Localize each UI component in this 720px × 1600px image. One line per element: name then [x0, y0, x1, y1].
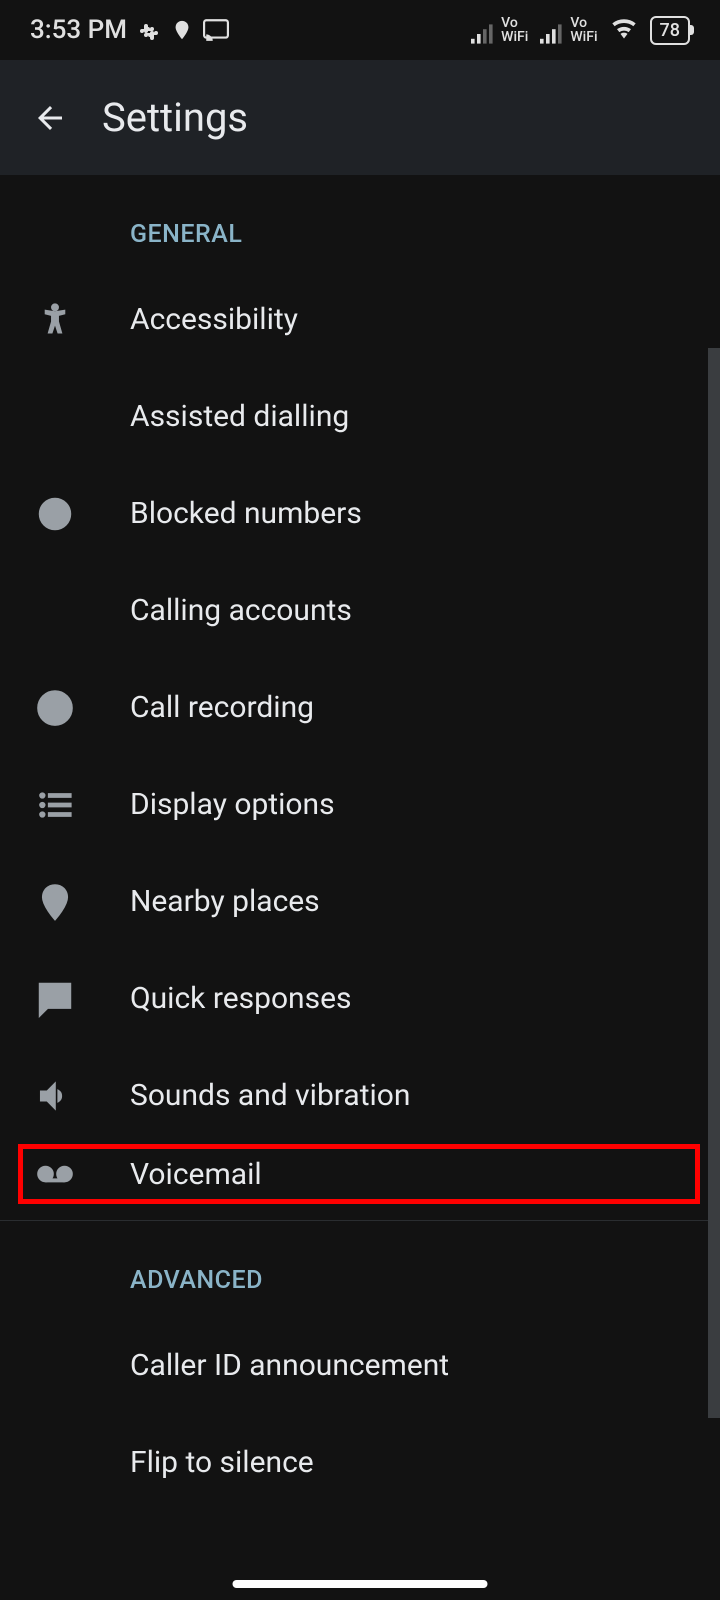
item-label: Caller ID announcement	[130, 1348, 449, 1383]
scrollbar[interactable]	[708, 348, 720, 1418]
signal-bars-icon	[471, 24, 495, 44]
settings-list: GENERAL Accessibility Assisted dialling …	[0, 175, 720, 1511]
app-bar: Settings	[0, 60, 720, 175]
back-button[interactable]	[30, 98, 70, 138]
item-calling-accounts[interactable]: Calling accounts	[0, 562, 720, 659]
chat-icon	[30, 980, 130, 1018]
speaker-icon	[30, 1077, 130, 1115]
item-label: Display options	[130, 787, 335, 822]
item-label: Accessibility	[130, 302, 298, 337]
item-label: Voicemail	[130, 1157, 262, 1192]
item-sounds-vibration[interactable]: Sounds and vibration	[0, 1047, 720, 1144]
status-right: VoWiFi VoWiFi 78	[471, 16, 690, 45]
vowifi-label-1: VoWiFi	[501, 16, 528, 44]
item-label: Nearby places	[130, 884, 320, 919]
home-indicator[interactable]	[233, 1580, 488, 1588]
item-nearby-places[interactable]: Nearby places	[0, 853, 720, 950]
item-label: Calling accounts	[130, 593, 352, 628]
item-label: Blocked numbers	[130, 496, 362, 531]
page-title: Settings	[102, 94, 248, 141]
item-label: Assisted dialling	[130, 399, 349, 434]
item-caller-id[interactable]: Caller ID announcement	[0, 1317, 720, 1414]
location-icon	[171, 19, 193, 41]
voicemail-icon	[30, 1155, 130, 1193]
status-time: 3:53 PM	[30, 15, 127, 45]
section-advanced: ADVANCED	[0, 1221, 720, 1317]
record-icon	[30, 689, 130, 727]
status-bar: 3:53 PM VoWiFi VoWiFi 78	[0, 0, 720, 60]
item-assisted-dialling[interactable]: Assisted dialling	[0, 368, 720, 465]
item-call-recording[interactable]: Call recording	[0, 659, 720, 756]
location-pin-icon	[30, 883, 130, 921]
item-label: Call recording	[130, 690, 314, 725]
wifi-icon	[610, 17, 638, 44]
block-icon	[30, 495, 130, 533]
item-label: Sounds and vibration	[130, 1078, 410, 1113]
slack-notification-icon	[137, 18, 161, 42]
list-icon	[30, 786, 130, 824]
item-quick-responses[interactable]: Quick responses	[0, 950, 720, 1047]
item-label: Flip to silence	[130, 1445, 314, 1480]
signal-bars-icon	[540, 24, 564, 44]
status-left: 3:53 PM	[30, 15, 229, 45]
item-voicemail[interactable]: Voicemail	[18, 1144, 700, 1204]
signal-1-group: VoWiFi	[471, 16, 528, 44]
vowifi-label-2: VoWiFi	[570, 16, 597, 44]
item-flip-to-silence[interactable]: Flip to silence	[0, 1414, 720, 1511]
signal-2-group: VoWiFi	[540, 16, 597, 44]
item-display-options[interactable]: Display options	[0, 756, 720, 853]
arrow-left-icon	[32, 100, 68, 136]
section-general: GENERAL	[0, 175, 720, 271]
item-blocked-numbers[interactable]: Blocked numbers	[0, 465, 720, 562]
cast-icon	[203, 19, 229, 41]
accessibility-icon	[30, 301, 130, 339]
item-label: Quick responses	[130, 981, 352, 1016]
item-accessibility[interactable]: Accessibility	[0, 271, 720, 368]
battery-indicator: 78	[650, 16, 690, 45]
